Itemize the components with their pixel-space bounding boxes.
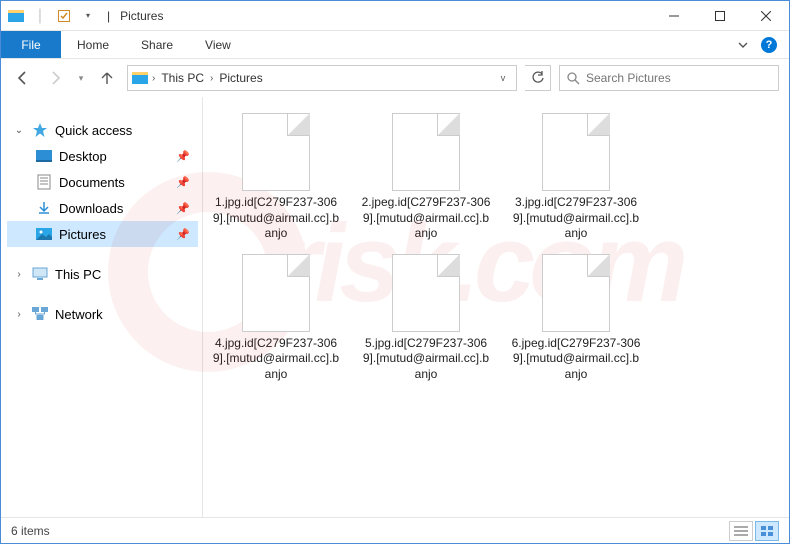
help-icon[interactable]: ? — [761, 37, 777, 53]
file-name: 5.jpg.id[C279F237-3069].[mutud@airmail.c… — [361, 336, 491, 383]
file-list[interactable]: 1.jpg.id[C279F237-3069].[mutud@airmail.c… — [203, 97, 789, 517]
nav-recent-dropdown[interactable]: ▾ — [75, 66, 87, 90]
documents-icon — [35, 173, 53, 191]
tree-label: Network — [55, 307, 198, 322]
ribbon-tab-view[interactable]: View — [189, 31, 247, 58]
nav-back-button[interactable] — [11, 66, 35, 90]
file-name: 6.jpeg.id[C279F237-3069].[mutud@airmail.… — [511, 336, 641, 383]
navigation-tree: ⌄ Quick access Desktop 📌 Documents 📌 — [1, 97, 203, 517]
refresh-button[interactable] — [525, 65, 551, 91]
breadcrumb-thispc[interactable]: This PC — [159, 69, 206, 87]
view-large-icons-button[interactable] — [755, 521, 779, 541]
address-bar-row: ▾ › This PC › Pictures v — [1, 59, 789, 97]
tree-label: This PC — [55, 267, 198, 282]
chevron-right-icon[interactable]: › — [13, 309, 25, 320]
pin-icon: 📌 — [176, 202, 198, 215]
window-title: Pictures — [120, 9, 163, 23]
breadcrumb-dropdown-icon[interactable]: v — [494, 73, 512, 83]
tree-this-pc[interactable]: › This PC — [7, 261, 198, 287]
file-item[interactable]: 1.jpg.id[C279F237-3069].[mutud@airmail.c… — [211, 113, 341, 242]
file-name: 1.jpg.id[C279F237-3069].[mutud@airmail.c… — [211, 195, 341, 242]
file-name: 2.jpeg.id[C279F237-3069].[mutud@airmail.… — [361, 195, 491, 242]
nav-up-button[interactable] — [95, 66, 119, 90]
tree-label: Desktop — [59, 149, 170, 164]
breadcrumb-sep: › — [152, 73, 155, 84]
file-item[interactable]: 4.jpg.id[C279F237-3069].[mutud@airmail.c… — [211, 254, 341, 383]
network-icon — [31, 305, 49, 323]
ribbon-file-tab[interactable]: File — [1, 31, 61, 58]
file-item[interactable]: 5.jpg.id[C279F237-3069].[mutud@airmail.c… — [361, 254, 491, 383]
star-icon — [31, 121, 49, 139]
minimize-button[interactable] — [651, 1, 697, 31]
explorer-app-icon — [7, 7, 25, 25]
file-generic-icon — [542, 113, 610, 191]
status-bar: 6 items — [1, 517, 789, 543]
breadcrumb-pictures[interactable]: Pictures — [217, 69, 264, 87]
pin-icon: 📌 — [176, 176, 198, 189]
close-button[interactable] — [743, 1, 789, 31]
desktop-icon — [35, 147, 53, 165]
tree-item-pictures[interactable]: Pictures 📌 — [7, 221, 198, 247]
nav-forward-button[interactable] — [43, 66, 67, 90]
search-box[interactable] — [559, 65, 779, 91]
file-name: 3.jpg.id[C279F237-3069].[mutud@airmail.c… — [511, 195, 641, 242]
status-count: 6 items — [11, 524, 50, 538]
tree-label: Documents — [59, 175, 170, 190]
tree-label: Quick access — [55, 123, 198, 138]
pin-icon: 📌 — [176, 228, 198, 241]
tree-quick-access[interactable]: ⌄ Quick access — [7, 117, 198, 143]
file-generic-icon — [542, 254, 610, 332]
tree-item-downloads[interactable]: Downloads 📌 — [7, 195, 198, 221]
breadcrumb-location-icon — [132, 72, 148, 84]
maximize-button[interactable] — [697, 1, 743, 31]
file-generic-icon — [392, 254, 460, 332]
tree-item-documents[interactable]: Documents 📌 — [7, 169, 198, 195]
tree-item-desktop[interactable]: Desktop 📌 — [7, 143, 198, 169]
qat-dropdown-icon[interactable]: ▾ — [79, 7, 97, 25]
file-item[interactable]: 3.jpg.id[C279F237-3069].[mutud@airmail.c… — [511, 113, 641, 242]
pin-icon: 📌 — [176, 150, 198, 163]
ribbon: File Home Share View ? — [1, 31, 789, 59]
title-separator: | — [107, 9, 110, 23]
downloads-icon — [35, 199, 53, 217]
chevron-right-icon[interactable]: › — [13, 269, 25, 280]
pictures-icon — [35, 225, 53, 243]
qat-separator: | — [31, 7, 49, 25]
chevron-down-icon[interactable]: ⌄ — [13, 125, 25, 136]
breadcrumb-sep: › — [210, 73, 213, 84]
ribbon-tab-home[interactable]: Home — [61, 31, 125, 58]
computer-icon — [31, 265, 49, 283]
ribbon-tab-share[interactable]: Share — [125, 31, 189, 58]
ribbon-expand-icon[interactable] — [737, 39, 749, 51]
tree-label: Downloads — [59, 201, 170, 216]
search-icon — [566, 71, 580, 85]
title-bar: | ▾ | Pictures — [1, 1, 789, 31]
view-details-button[interactable] — [729, 521, 753, 541]
file-generic-icon — [242, 254, 310, 332]
tree-label: Pictures — [59, 227, 170, 242]
breadcrumb[interactable]: › This PC › Pictures v — [127, 65, 517, 91]
file-item[interactable]: 2.jpeg.id[C279F237-3069].[mutud@airmail.… — [361, 113, 491, 242]
search-input[interactable] — [586, 71, 772, 85]
tree-network[interactable]: › Network — [7, 301, 198, 327]
file-name: 4.jpg.id[C279F237-3069].[mutud@airmail.c… — [211, 336, 341, 383]
file-generic-icon — [392, 113, 460, 191]
file-generic-icon — [242, 113, 310, 191]
qat-properties-icon[interactable] — [55, 7, 73, 25]
file-item[interactable]: 6.jpeg.id[C279F237-3069].[mutud@airmail.… — [511, 254, 641, 383]
